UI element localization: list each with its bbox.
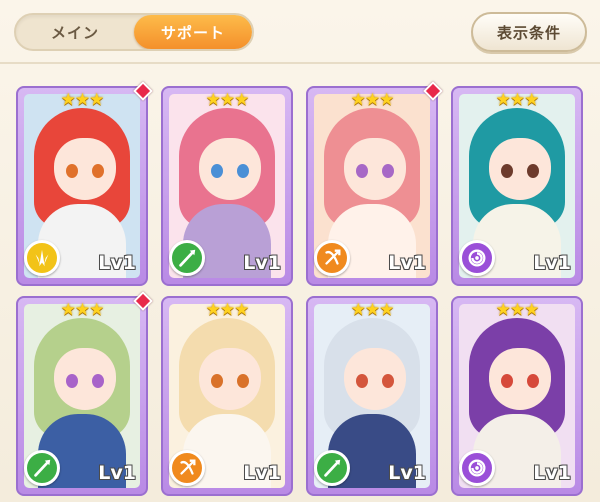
character-card[interactable]: ★★★ Lv1 (306, 296, 438, 496)
dark-element-icon (459, 240, 495, 276)
forest-element-icon (314, 450, 350, 486)
rarity-stars: ★★★ (495, 300, 540, 320)
character-card[interactable]: ★★★ Lv1 (161, 296, 293, 496)
character-card[interactable]: ★★★ Lv1 (451, 86, 583, 286)
support-party-panel: メイン サポート 表示条件 ★★★ Lv1 ★★★ Lv1 ★★★ Lv1 ★★… (0, 0, 600, 502)
rarity-stars: ★★★ (350, 300, 395, 320)
fire-element-icon (314, 240, 350, 276)
level-label: Lv1 (243, 462, 281, 484)
forest-element-icon (24, 450, 60, 486)
character-card[interactable]: ★★★ Lv1 (161, 86, 293, 286)
level-label: Lv1 (98, 462, 136, 484)
level-label: Lv1 (243, 252, 281, 274)
wind-element-icon (24, 240, 60, 276)
rarity-stars: ★★★ (60, 90, 105, 110)
dark-element-icon (459, 450, 495, 486)
character-card[interactable]: ★★★ Lv1 (451, 296, 583, 496)
level-label: Lv1 (388, 252, 426, 274)
display-filter-button[interactable]: 表示条件 (471, 12, 587, 52)
character-card[interactable]: ★★★ Lv1 (306, 81, 443, 286)
tab-main[interactable]: メイン (16, 15, 134, 49)
character-card[interactable]: ★★★ Lv1 (16, 81, 153, 286)
level-label: Lv1 (98, 252, 136, 274)
rarity-stars: ★★★ (60, 300, 105, 320)
fire-element-icon (169, 450, 205, 486)
tab-support[interactable]: サポート (134, 15, 252, 49)
character-card-grid: ★★★ Lv1 ★★★ Lv1 ★★★ Lv1 ★★★ Lv1 ★★★ Lv1 … (16, 81, 586, 496)
rarity-stars: ★★★ (495, 90, 540, 110)
unit-type-tabs: メイン サポート (14, 13, 254, 51)
character-card[interactable]: ★★★ Lv1 (16, 291, 153, 496)
level-label: Lv1 (533, 462, 571, 484)
rarity-stars: ★★★ (205, 90, 250, 110)
rarity-stars: ★★★ (350, 90, 395, 110)
level-label: Lv1 (533, 252, 571, 274)
rarity-stars: ★★★ (205, 300, 250, 320)
level-label: Lv1 (388, 462, 426, 484)
forest-element-icon (169, 240, 205, 276)
